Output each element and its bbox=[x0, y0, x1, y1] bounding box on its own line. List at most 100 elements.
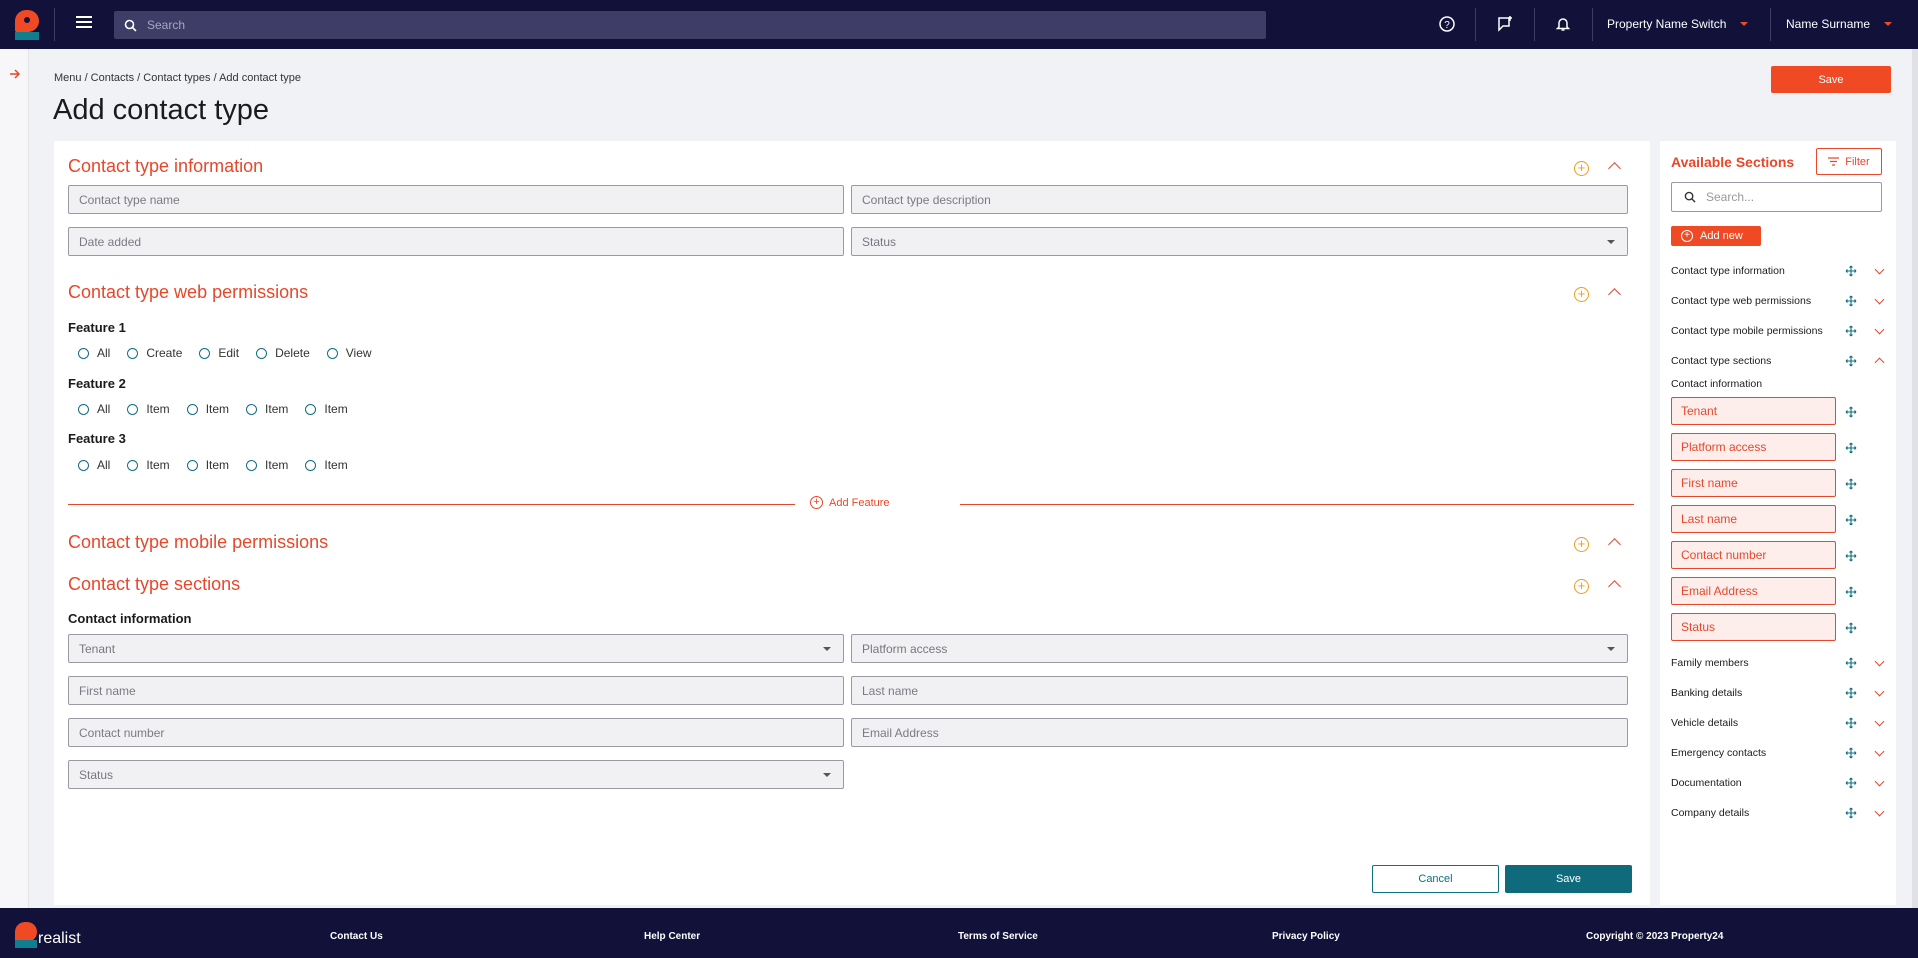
email-address-field[interactable] bbox=[851, 718, 1628, 747]
drag-handle-icon[interactable] bbox=[1845, 717, 1857, 729]
drag-handle-icon[interactable] bbox=[1845, 657, 1857, 669]
property-switch[interactable]: Property Name Switch bbox=[1607, 17, 1749, 31]
radio-option[interactable]: Item bbox=[246, 458, 288, 472]
contact-number-input[interactable] bbox=[79, 725, 833, 740]
contact-type-name-input[interactable] bbox=[79, 192, 833, 207]
drag-handle-icon[interactable] bbox=[1845, 265, 1857, 277]
footer-link-help[interactable]: Help Center bbox=[644, 931, 700, 942]
chevron-down-icon[interactable] bbox=[1874, 324, 1885, 335]
radio-option[interactable]: Delete bbox=[256, 346, 310, 360]
first-name-field[interactable] bbox=[68, 676, 844, 705]
radio-option[interactable]: Edit bbox=[199, 346, 239, 360]
footer-logo[interactable] bbox=[15, 914, 39, 948]
drag-handle-icon[interactable] bbox=[1845, 295, 1857, 307]
drag-handle-icon[interactable] bbox=[1845, 549, 1857, 562]
drag-handle-icon[interactable] bbox=[1845, 807, 1857, 819]
footer-link-terms[interactable]: Terms of Service bbox=[958, 931, 1038, 942]
add-circle-icon[interactable]: + bbox=[1574, 579, 1589, 594]
radio-option[interactable]: Create bbox=[127, 346, 182, 360]
feedback-icon[interactable] bbox=[1496, 15, 1514, 33]
status-select[interactable]: Status bbox=[851, 227, 1628, 256]
radio-option[interactable]: View bbox=[326, 346, 372, 360]
chevron-down-icon[interactable] bbox=[1874, 806, 1885, 817]
app-logo[interactable] bbox=[15, 10, 39, 40]
drag-handle-icon[interactable] bbox=[1845, 513, 1857, 526]
radio-option[interactable]: Item bbox=[305, 402, 348, 416]
drag-handle-icon[interactable] bbox=[1845, 687, 1857, 699]
sidebar-item[interactable]: Family members bbox=[1671, 655, 1885, 671]
chevron-down-icon[interactable] bbox=[1874, 716, 1885, 727]
footer-link-contact[interactable]: Contact Us bbox=[330, 931, 383, 942]
sidebar-item[interactable]: Vehicle details bbox=[1671, 715, 1885, 731]
user-menu[interactable]: Name Surname bbox=[1786, 17, 1893, 31]
chevron-down-icon[interactable] bbox=[1874, 656, 1885, 667]
drag-handle-icon[interactable] bbox=[1845, 405, 1857, 418]
contact-number-field[interactable] bbox=[68, 718, 844, 747]
add-feature-button[interactable]: + Add Feature bbox=[810, 496, 890, 509]
sidebar-item[interactable]: Documentation bbox=[1671, 775, 1885, 791]
section-chip[interactable]: Email Address bbox=[1671, 577, 1836, 605]
add-new-button[interactable]: + Add new bbox=[1671, 226, 1761, 246]
radio-option[interactable]: All bbox=[78, 346, 110, 360]
drag-handle-icon[interactable] bbox=[1845, 477, 1857, 490]
save-form-button[interactable]: Save bbox=[1505, 865, 1632, 893]
sidebar-item[interactable]: Banking details bbox=[1671, 685, 1885, 701]
add-circle-icon[interactable]: + bbox=[1574, 287, 1589, 302]
sidebar-item[interactable]: Company details bbox=[1671, 805, 1885, 821]
radio-option[interactable]: All bbox=[78, 402, 110, 416]
chevron-up-icon[interactable] bbox=[1608, 538, 1621, 551]
chevron-up-icon[interactable] bbox=[1874, 357, 1885, 368]
date-added-field[interactable] bbox=[68, 227, 844, 256]
expand-arrow-icon[interactable] bbox=[9, 68, 21, 80]
filter-button[interactable]: Filter bbox=[1816, 148, 1882, 175]
last-name-field[interactable] bbox=[851, 676, 1628, 705]
section-chip[interactable]: Tenant bbox=[1671, 397, 1836, 425]
sidebar-item[interactable]: Contact type mobile permissions bbox=[1671, 323, 1885, 339]
radio-option[interactable]: Item bbox=[186, 458, 229, 472]
save-button[interactable]: Save bbox=[1771, 66, 1891, 93]
first-name-input[interactable] bbox=[79, 683, 833, 698]
drag-handle-icon[interactable] bbox=[1845, 747, 1857, 759]
radio-option[interactable]: Item bbox=[305, 458, 348, 472]
drag-handle-icon[interactable] bbox=[1845, 325, 1857, 337]
global-search[interactable] bbox=[114, 11, 1266, 39]
search-input[interactable] bbox=[147, 18, 1147, 32]
radio-option[interactable]: Item bbox=[127, 402, 170, 416]
drag-handle-icon[interactable] bbox=[1845, 621, 1857, 634]
contact-status-select[interactable]: Status bbox=[68, 760, 844, 789]
radio-option[interactable]: Item bbox=[246, 402, 288, 416]
sidebar-item[interactable]: Emergency contacts bbox=[1671, 745, 1885, 761]
chevron-down-icon[interactable] bbox=[1874, 776, 1885, 787]
drag-handle-icon[interactable] bbox=[1845, 777, 1857, 789]
chevron-up-icon[interactable] bbox=[1608, 580, 1621, 593]
radio-option[interactable]: Item bbox=[186, 402, 229, 416]
drag-handle-icon[interactable] bbox=[1845, 355, 1857, 367]
section-chip[interactable]: Status bbox=[1671, 613, 1836, 641]
chevron-down-icon[interactable] bbox=[1874, 294, 1885, 305]
cancel-button[interactable]: Cancel bbox=[1372, 865, 1499, 893]
footer-link-privacy[interactable]: Privacy Policy bbox=[1272, 931, 1340, 942]
sidebar-item[interactable]: Contact type web permissions bbox=[1671, 293, 1885, 309]
chevron-down-icon[interactable] bbox=[1874, 746, 1885, 757]
add-circle-icon[interactable]: + bbox=[1574, 161, 1589, 176]
bell-icon[interactable] bbox=[1554, 15, 1572, 33]
chevron-up-icon[interactable] bbox=[1608, 288, 1621, 301]
add-circle-icon[interactable]: + bbox=[1574, 537, 1589, 552]
email-address-input[interactable] bbox=[862, 725, 1617, 740]
section-chip[interactable]: Contact number bbox=[1671, 541, 1836, 569]
drag-handle-icon[interactable] bbox=[1845, 585, 1857, 598]
tenant-select[interactable]: Tenant bbox=[68, 634, 844, 663]
sidebar-search-input[interactable] bbox=[1706, 190, 1866, 204]
help-icon[interactable]: ? bbox=[1438, 15, 1456, 33]
page-scrollbar[interactable] bbox=[1912, 49, 1918, 908]
chevron-down-icon[interactable] bbox=[1874, 264, 1885, 275]
radio-option[interactable]: Item bbox=[127, 458, 170, 472]
chevron-down-icon[interactable] bbox=[1874, 686, 1885, 697]
sidebar-item[interactable]: Contact type sections bbox=[1671, 353, 1885, 369]
section-chip[interactable]: Last name bbox=[1671, 505, 1836, 533]
contact-type-description-field[interactable] bbox=[851, 185, 1628, 214]
contact-type-name-field[interactable] bbox=[68, 185, 844, 214]
platform-access-select[interactable]: Platform access bbox=[851, 634, 1628, 663]
menu-icon[interactable] bbox=[76, 16, 92, 30]
section-chip[interactable]: Platform access bbox=[1671, 433, 1836, 461]
